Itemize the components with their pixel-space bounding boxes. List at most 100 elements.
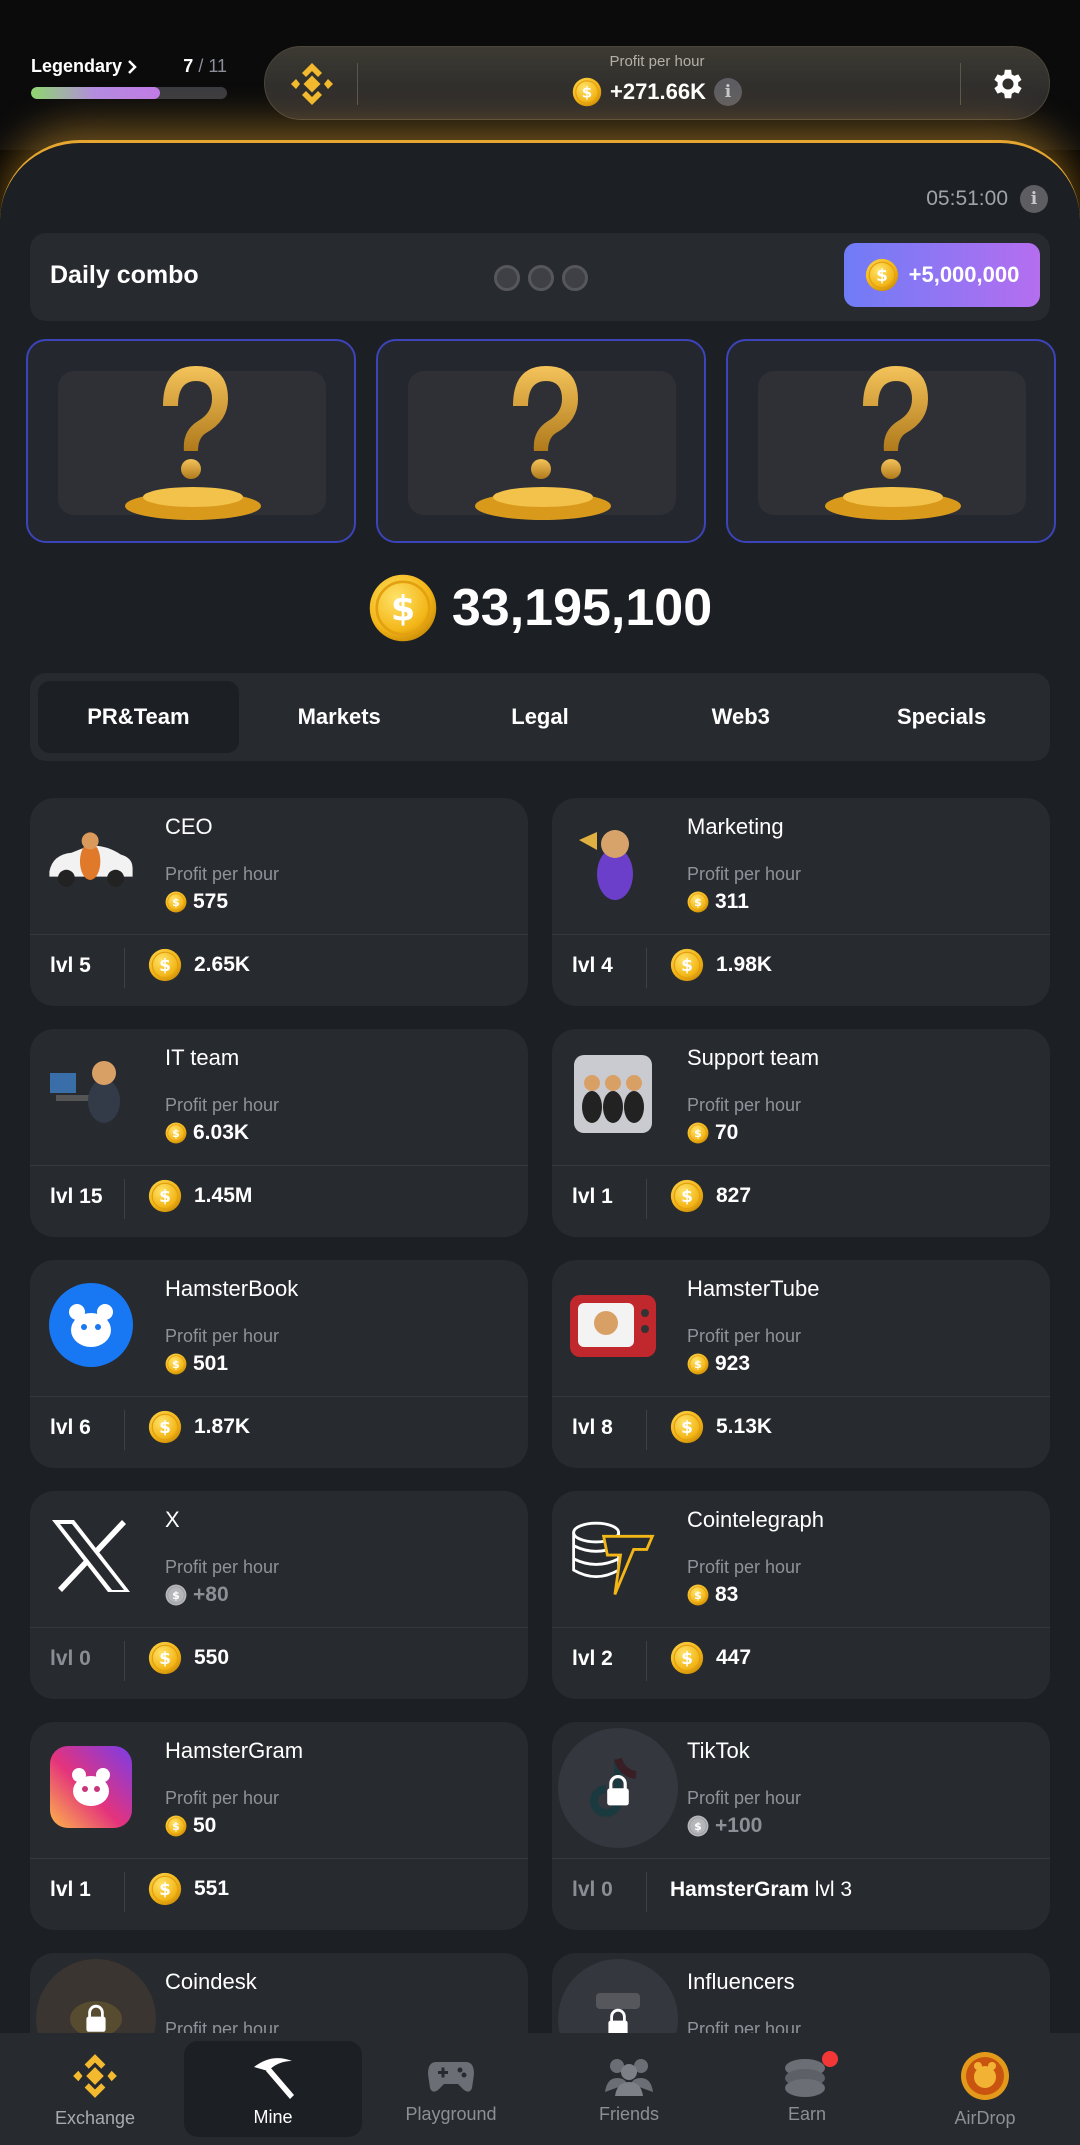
top-header: Legendary 7 / 11 Profit per hour +271.66… [0, 0, 1080, 150]
nav-label: Exchange [54, 2107, 136, 2128]
profit-per-hour-label: Profit per hour [165, 864, 280, 884]
combo-card-slot[interactable] [376, 339, 706, 543]
gamepad-icon [428, 2061, 474, 2092]
card-name: IT team [165, 1045, 240, 1070]
upgrade-card-it-team[interactable]: IT team Profit per hour 6.03K lvl 15 1.4… [30, 1029, 528, 1237]
pph-value: 501 [193, 1352, 229, 1375]
card-name: Influencers [687, 1969, 795, 1994]
upgrade-cost: 5.13K [670, 1410, 772, 1444]
ceo-hamster-icon [46, 818, 136, 908]
nav-label: Earn [787, 2103, 827, 2124]
unlock-requirement: HamsterGram lvl 3 [670, 1878, 852, 1902]
coin-icon [572, 77, 602, 107]
pph-value: 83 [715, 1583, 739, 1606]
coin-gray-icon [687, 1815, 709, 1837]
card-level: lvl 6 [50, 1416, 91, 1439]
upgrade-card-x[interactable]: X Profit per hour +80 lvl 0 550 [30, 1491, 528, 1699]
coin-icon [670, 1641, 704, 1675]
coin-balance: 33,195,100 [0, 573, 1080, 643]
combo-card-slot[interactable] [726, 339, 1056, 543]
upgrade-card-ceo[interactable]: CEO Profit per hour 575 lvl 5 2.65K [30, 798, 528, 1006]
coin-icon [148, 948, 182, 982]
nav-friends[interactable]: Friends [540, 2041, 718, 2137]
pph-value: 6.03K [193, 1121, 250, 1144]
tab-markets[interactable]: Markets [239, 681, 440, 753]
level-name[interactable]: Legendary [31, 56, 138, 77]
upgrade-card-tiktok[interactable]: TikTok Profit per hour +100 lvl 0 Hamste… [552, 1722, 1050, 1930]
upgrade-cost: 827 [670, 1179, 751, 1213]
profit-per-hour-value: 501 [165, 1352, 228, 1376]
nav-label: Mine [253, 2106, 293, 2127]
nav-airdrop[interactable]: AirDrop [896, 2041, 1074, 2137]
combo-progress-dots [494, 265, 588, 291]
info-icon[interactable]: i [1020, 185, 1048, 213]
question-coins-icon [125, 366, 261, 520]
upgrade-card-hamstertube[interactable]: HamsterTube Profit per hour 923 lvl 8 5.… [552, 1260, 1050, 1468]
card-name: Coindesk [165, 1969, 257, 1994]
profit-per-hour-label: Profit per hour [687, 1557, 802, 1577]
coin-icon [670, 1410, 704, 1444]
gear-icon[interactable] [989, 65, 1027, 103]
binance-logo-icon [69, 2050, 121, 2102]
combo-card-slot[interactable] [26, 339, 356, 543]
cost-value: 5.13K [716, 1415, 773, 1438]
coin-icon [670, 948, 704, 982]
coin-icon [687, 1353, 709, 1375]
profit-per-hour-value: 923 [687, 1352, 750, 1376]
info-icon[interactable]: i [714, 78, 743, 106]
card-level: lvl 4 [572, 954, 613, 977]
coin-icon [165, 1353, 187, 1375]
level-name-label: Legendary [31, 56, 123, 76]
tab-specials[interactable]: Specials [841, 681, 1042, 753]
coin-icon [670, 1179, 704, 1213]
nav-mine[interactable]: Mine [184, 2041, 362, 2137]
nav-label: Playground [405, 2103, 497, 2124]
card-level: lvl 8 [572, 1416, 613, 1439]
card-name: X [165, 1507, 180, 1532]
tab-web3[interactable]: Web3 [640, 681, 841, 753]
combo-dot [562, 265, 588, 291]
question-coins-icon [825, 366, 961, 520]
cointelegraph-icon [568, 1511, 658, 1601]
profit-per-hour-value: 6.03K [165, 1121, 249, 1145]
upgrade-card-support-team[interactable]: Support team Profit per hour 70 lvl 1 82… [552, 1029, 1050, 1237]
coin-icon [148, 1410, 182, 1444]
cost-value: 2.65K [194, 953, 251, 976]
level-current: 7 [183, 56, 194, 76]
card-level: lvl 5 [50, 954, 91, 977]
nav-playground[interactable]: Playground [362, 2041, 540, 2137]
friends-icon [605, 2058, 653, 2096]
card-name: Cointelegraph [687, 1507, 824, 1532]
level-progress-bar [31, 87, 227, 99]
profit-per-hour-box[interactable]: Profit per hour +271.66K i [264, 46, 1050, 120]
card-name: HamsterBook [165, 1276, 299, 1301]
upgrade-card-hamstergram[interactable]: HamsterGram Profit per hour 50 lvl 1 551 [30, 1722, 528, 1930]
nav-earn[interactable]: Earn [718, 2041, 896, 2137]
nav-exchange[interactable]: Exchange [6, 2041, 184, 2137]
pph-value: 575 [193, 890, 229, 913]
combo-reward-button[interactable]: +5,000,000 [844, 243, 1040, 307]
profit-per-hour-value: 83 [687, 1583, 738, 1607]
requirement-name: HamsterGram [670, 1878, 809, 1901]
upgrade-card-hamsterbook[interactable]: HamsterBook Profit per hour 501 lvl 6 1.… [30, 1260, 528, 1468]
pph-value: +100 [715, 1814, 763, 1837]
chevron-right-icon [128, 59, 137, 74]
coin-icon [865, 258, 899, 292]
x-logo-icon [46, 1511, 136, 1601]
level-indicator[interactable]: Legendary 7 / 11 [31, 56, 227, 99]
notification-dot [822, 2051, 838, 2067]
tab-pr-team[interactable]: PR&Team [38, 681, 239, 753]
coin-icon [148, 1872, 182, 1906]
cost-value: 827 [716, 1184, 752, 1207]
tab-legal[interactable]: Legal [440, 681, 641, 753]
profit-per-hour-value: +80 [165, 1583, 229, 1607]
upgrade-card-marketing[interactable]: Marketing Profit per hour 311 lvl 4 1.98… [552, 798, 1050, 1006]
coin-icon [368, 573, 438, 643]
card-name: Marketing [687, 814, 784, 839]
divider [960, 63, 961, 105]
profit-per-hour-label: Profit per hour [687, 1095, 802, 1115]
pph-value: +80 [193, 1583, 229, 1606]
profit-label: Profit per hour [609, 53, 705, 70]
hamstergram-icon [46, 1742, 136, 1832]
upgrade-card-cointelegraph[interactable]: Cointelegraph Profit per hour 83 lvl 2 4… [552, 1491, 1050, 1699]
